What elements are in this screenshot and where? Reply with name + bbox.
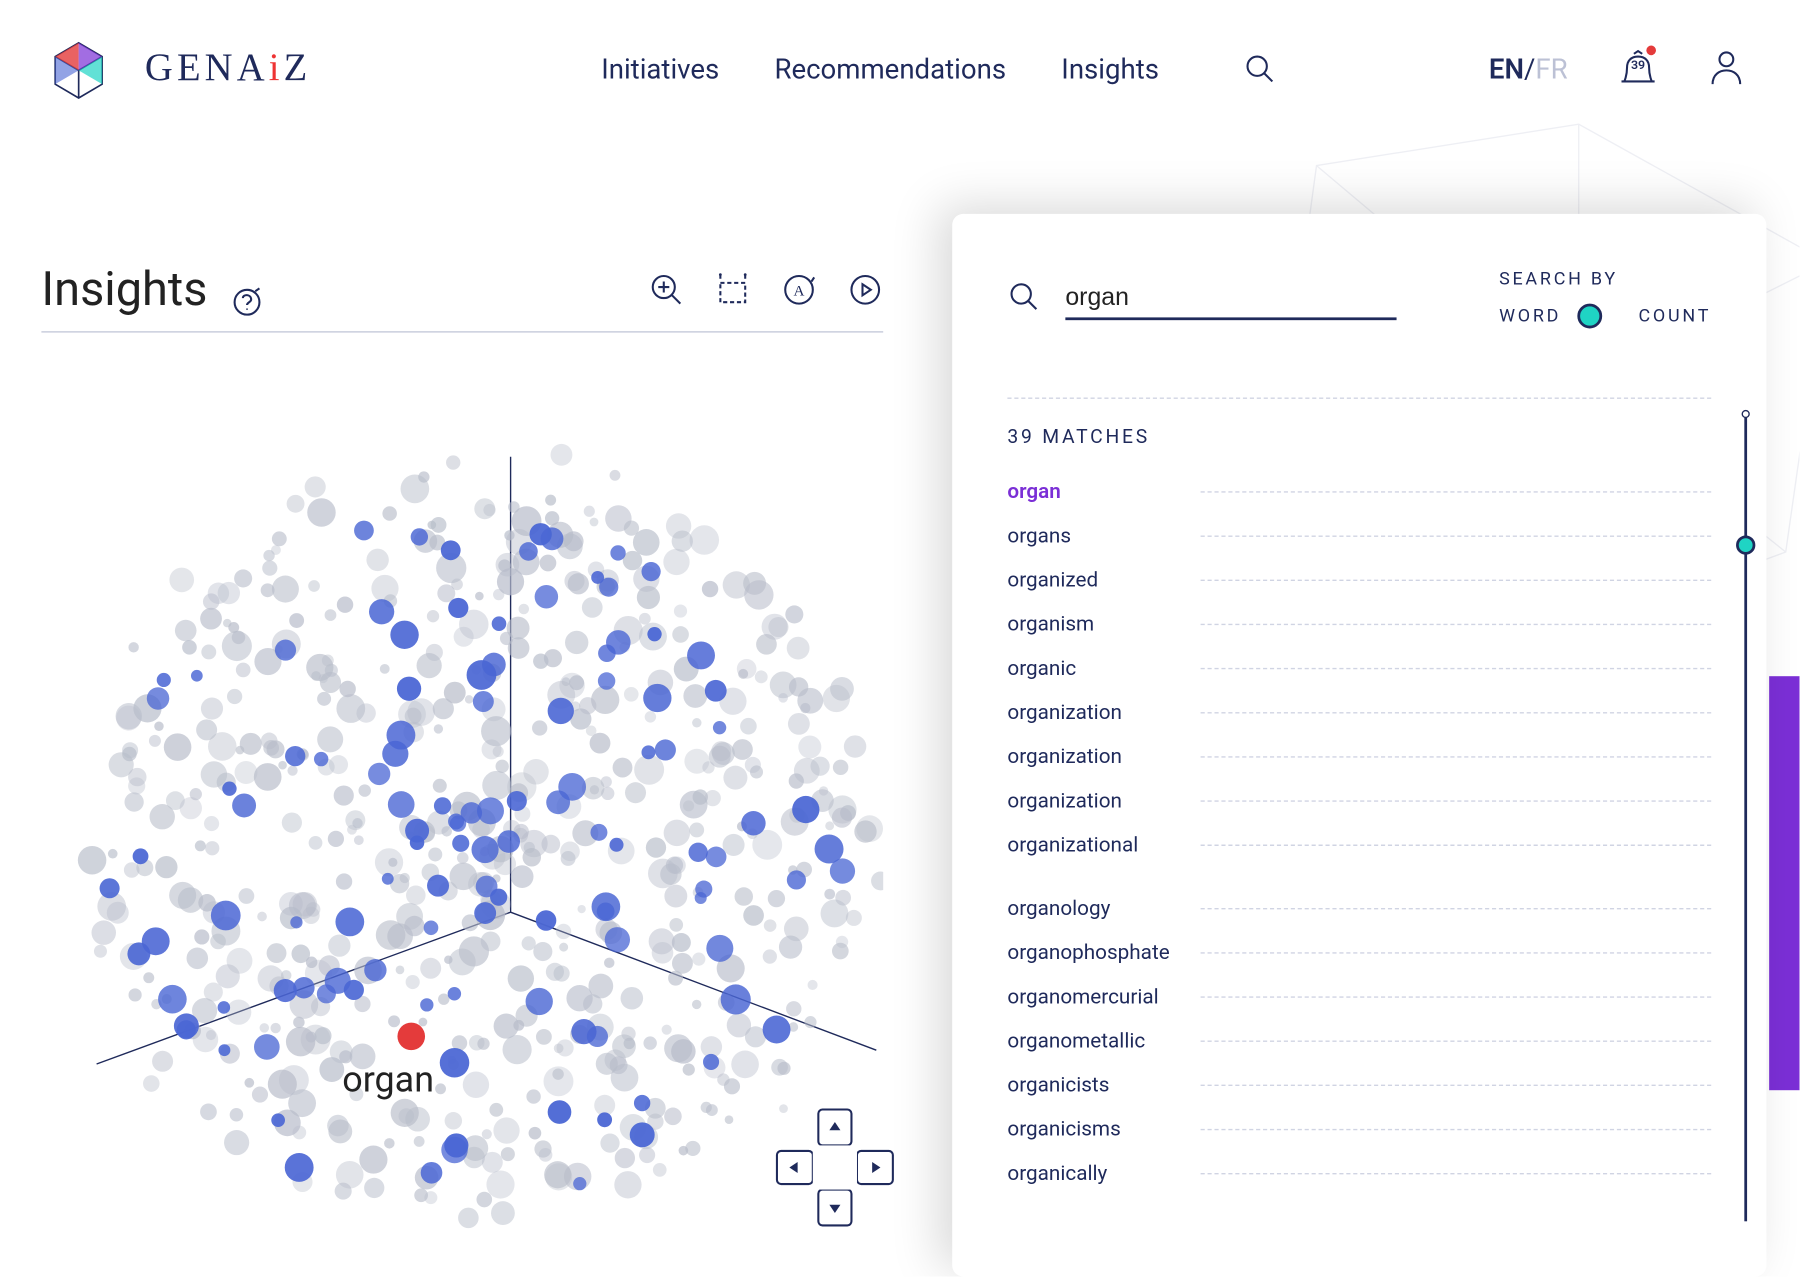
match-item[interactable]: organ	[1007, 469, 1711, 513]
match-item[interactable]: organizational	[1007, 822, 1711, 866]
match-item[interactable]: organism	[1007, 602, 1711, 646]
match-item[interactable]: organometallic	[1007, 1018, 1711, 1062]
mode-word-label: WORD	[1499, 306, 1561, 327]
match-dash-line	[1201, 1172, 1712, 1173]
match-dash-line	[1201, 952, 1712, 953]
search-icon[interactable]	[1242, 51, 1278, 87]
match-dash-line	[1201, 1040, 1712, 1041]
reset-labels-icon[interactable]: A	[781, 272, 817, 308]
brand-wordmark[interactable]: GENAiZ	[145, 47, 312, 91]
nav-initiatives[interactable]: Initiatives	[601, 52, 719, 85]
match-dash-line	[1201, 579, 1712, 580]
language-switcher[interactable]: EN/FR	[1489, 52, 1568, 85]
match-word: organs	[1007, 523, 1200, 548]
match-item[interactable]: organophosphate	[1007, 930, 1711, 974]
match-item[interactable]: organization	[1007, 690, 1711, 734]
panel-search-icon	[1007, 279, 1040, 318]
match-word: organic	[1007, 656, 1200, 681]
match-word: organization	[1007, 788, 1200, 813]
match-item[interactable]: organology	[1007, 886, 1711, 930]
help-icon[interactable]	[232, 275, 262, 305]
match-word: organized	[1007, 567, 1200, 592]
match-item[interactable]: organically	[1007, 1151, 1711, 1195]
match-dash-line	[1201, 711, 1712, 712]
select-region-icon[interactable]	[715, 272, 751, 308]
match-dash-line	[1201, 667, 1712, 668]
match-word: organically	[1007, 1161, 1200, 1186]
match-item[interactable]: organicisms	[1007, 1107, 1711, 1151]
match-dash-line	[1201, 491, 1712, 492]
notification-count: 39	[1616, 59, 1660, 73]
match-word: organicisms	[1007, 1116, 1200, 1141]
svg-text:A: A	[794, 282, 805, 299]
match-word: organicists	[1007, 1072, 1200, 1097]
match-word: organization	[1007, 700, 1200, 725]
match-dash-line	[1201, 800, 1712, 801]
match-item[interactable]: organization	[1007, 778, 1711, 822]
match-dash-line	[1201, 1128, 1712, 1129]
match-dash-line	[1201, 996, 1712, 997]
match-word: organism	[1007, 611, 1200, 636]
panel-scrollbar[interactable]	[1744, 414, 1747, 1221]
primary-nav: Initiatives Recommendations Insights	[601, 51, 1277, 87]
match-word: organ	[1007, 479, 1200, 504]
nav-insights[interactable]: Insights	[1061, 52, 1159, 85]
scrollbar-thumb-icon[interactable]	[1736, 535, 1755, 554]
match-dash-line	[1201, 844, 1712, 845]
match-word: organizational	[1007, 832, 1200, 857]
match-item[interactable]: organomercurial	[1007, 974, 1711, 1018]
scatter-plot[interactable]: organ	[41, 374, 883, 1243]
viz-toolbar: A	[649, 272, 884, 308]
match-dash-line	[1201, 907, 1712, 908]
match-word: organization	[1007, 744, 1200, 769]
search-by-label: SEARCH BY	[1499, 269, 1711, 290]
search-panel: SEARCH BY WORD COUNT 39 MATCHES organorg…	[952, 214, 1766, 1277]
scatter-highlight-label: organ	[342, 1060, 434, 1101]
play-icon[interactable]	[847, 272, 883, 308]
match-word: organometallic	[1007, 1028, 1200, 1053]
match-word: organology	[1007, 896, 1200, 921]
notifications-icon[interactable]: 39	[1616, 48, 1660, 89]
match-word: organomercurial	[1007, 984, 1200, 1009]
match-dash-line	[1201, 623, 1712, 624]
match-dash-line	[1201, 535, 1712, 536]
lang-fr: FR	[1535, 52, 1567, 85]
lang-sep: /	[1524, 52, 1535, 85]
match-item[interactable]: organs	[1007, 513, 1711, 557]
mode-count-label: COUNT	[1638, 306, 1711, 327]
zoom-in-icon[interactable]	[649, 272, 685, 308]
search-mode-toggle[interactable]: WORD COUNT	[1499, 304, 1711, 329]
search-input[interactable]	[1065, 277, 1396, 320]
match-dash-line	[1201, 1084, 1712, 1085]
scrollbar-top-dot-icon	[1742, 410, 1750, 418]
profile-icon[interactable]	[1708, 47, 1744, 91]
logo-cube-icon[interactable]	[41, 31, 117, 107]
match-item[interactable]: organization	[1007, 734, 1711, 778]
notification-dot-icon	[1646, 46, 1656, 56]
match-item[interactable]: organized	[1007, 558, 1711, 602]
header-right: EN/FR 39	[1489, 47, 1744, 91]
matches-list: organ organs organized organism organic organ…	[1007, 469, 1711, 1195]
match-item[interactable]: organicists	[1007, 1063, 1711, 1107]
match-item[interactable]: organic	[1007, 646, 1711, 690]
lang-en: EN	[1489, 52, 1524, 85]
page-title: Insights	[41, 262, 262, 317]
nav-recommendations[interactable]: Recommendations	[774, 52, 1006, 85]
match-word: organophosphate	[1007, 940, 1200, 965]
toggle-thumb-icon	[1578, 304, 1603, 329]
matches-count-label: 39 MATCHES	[1007, 397, 1711, 448]
match-dash-line	[1201, 756, 1712, 757]
direction-pad[interactable]	[773, 1105, 897, 1229]
